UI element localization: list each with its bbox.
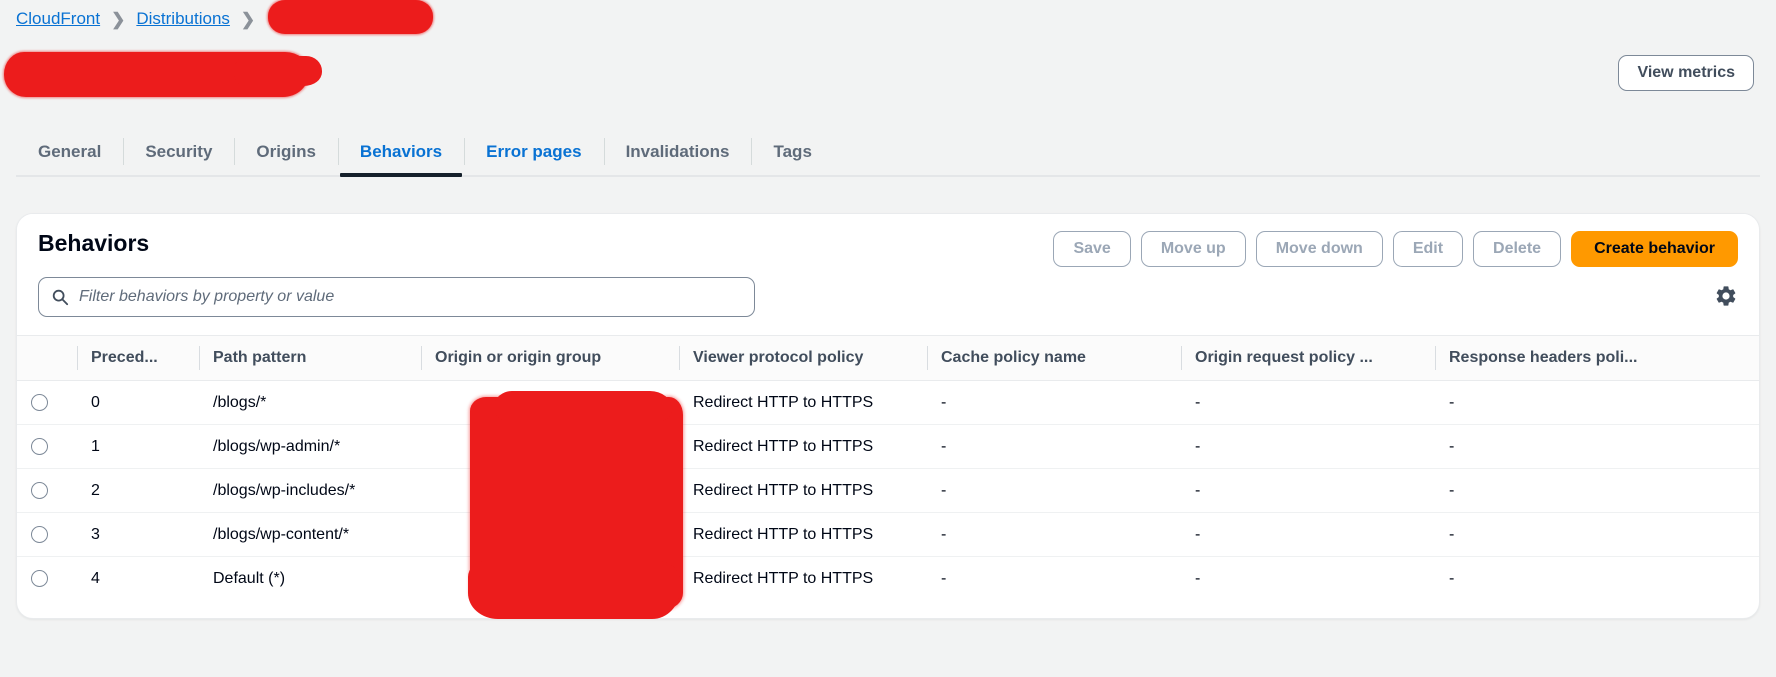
cell-path-pattern: Default (*) <box>213 569 286 587</box>
behaviors-table: Preced... Path pattern Origin or origin … <box>17 335 1759 601</box>
move-up-button[interactable]: Move up <box>1140 231 1246 267</box>
column-header-viewer-protocol-policy[interactable]: Viewer protocol policy <box>679 335 927 381</box>
table-header: Preced... Path pattern Origin or origin … <box>17 335 1759 381</box>
cloudfront-distribution-behaviors-page: CloudFront ❯ Distributions ❯ View metric… <box>0 0 1776 677</box>
search-input[interactable]: Filter behaviors by property or value <box>38 277 755 317</box>
cell-viewer-protocol-policy: Redirect HTTP to HTTPS <box>679 468 927 513</box>
cell-viewer-protocol-policy: Redirect HTTP to HTTPS <box>693 569 874 587</box>
panel-action-buttons: Save Move up Move down Edit Delete Creat… <box>1053 231 1738 267</box>
create-behavior-button[interactable]: Create behavior <box>1571 231 1738 267</box>
row-radio-button[interactable] <box>31 570 48 588</box>
table-header-row: Preced... Path pattern Origin or origin … <box>17 335 1759 381</box>
cell-origin <box>421 557 679 601</box>
cell-cache-policy-name: - <box>927 468 1181 513</box>
column-header-path-pattern[interactable]: Path pattern <box>199 335 421 381</box>
table-row[interactable]: 2 /blogs/wp-includes/* Redirect HTTP to … <box>17 468 1759 513</box>
cell-origin <box>421 512 679 557</box>
row-select-cell <box>17 380 77 425</box>
cell-response-headers-policy: - <box>1435 468 1759 513</box>
move-down-button[interactable]: Move down <box>1255 231 1383 267</box>
panel-title: Behaviors <box>38 230 150 256</box>
cell-precedence: 0 <box>77 380 199 425</box>
cell-precedence: 1 <box>77 424 199 469</box>
cell-origin <box>421 424 679 469</box>
cell-origin-request-policy: - <box>1195 569 1201 587</box>
panel-header: Behaviors Save Move up Move down Edit De… <box>17 214 1759 335</box>
column-header-precedence[interactable]: Preced... <box>77 335 199 381</box>
tab-tags[interactable]: Tags <box>751 128 833 175</box>
row-radio-button[interactable] <box>31 481 48 499</box>
cell-origin-request-policy: - <box>1181 380 1435 425</box>
column-header-origin[interactable]: Origin or origin group <box>421 335 679 381</box>
tab-origins[interactable]: Origins <box>234 128 338 175</box>
breadcrumb-item-distributions[interactable]: Distributions <box>136 9 230 29</box>
tab-behaviors[interactable]: Behaviors <box>337 128 464 177</box>
cell-origin-request-policy: - <box>1181 424 1435 469</box>
breadcrumb-item-cloudfront[interactable]: CloudFront <box>16 9 100 29</box>
tab-security[interactable]: Security <box>123 128 234 175</box>
filter-row: Filter behaviors by property or value <box>38 276 1738 318</box>
cell-response-headers-policy: - <box>1435 380 1759 425</box>
table-row[interactable]: 3 /blogs/wp-content/* Redirect HTTP to H… <box>17 512 1759 557</box>
delete-button[interactable]: Delete <box>1473 231 1562 267</box>
row-radio-button[interactable] <box>31 525 48 543</box>
cell-path-pattern: /blogs/wp-content/* <box>199 512 421 557</box>
table-body: 0 /blogs/* Redirect HTTP to HTTPS - - - … <box>17 380 1759 601</box>
table-row[interactable]: 0 /blogs/* Redirect HTTP to HTTPS - - - <box>17 380 1759 425</box>
cell-path-pattern: /blogs/* <box>199 380 421 425</box>
gear-icon[interactable] <box>1714 284 1738 308</box>
cell-cache-policy-name: - <box>927 512 1181 557</box>
behaviors-panel: Behaviors Save Move up Move down Edit De… <box>16 213 1760 619</box>
tab-invalidations[interactable]: Invalidations <box>603 128 752 175</box>
cell-cache-policy-name: - <box>927 380 1181 425</box>
redaction-mark-breadcrumb <box>268 0 433 34</box>
column-header-response-headers-policy[interactable]: Response headers poli... <box>1435 335 1759 381</box>
row-radio-button[interactable] <box>31 393 48 411</box>
cell-origin-request-policy: - <box>1181 468 1435 513</box>
breadcrumb: CloudFront ❯ Distributions ❯ <box>16 5 266 33</box>
table-row[interactable]: 1 /blogs/wp-admin/* Redirect HTTP to HTT… <box>17 424 1759 469</box>
tab-general[interactable]: General <box>16 128 123 175</box>
edit-button[interactable]: Edit <box>1392 231 1464 267</box>
column-header-cache-policy-name[interactable]: Cache policy name <box>927 335 1181 381</box>
row-select-cell <box>17 557 77 601</box>
column-header-select <box>17 335 77 381</box>
search-placeholder: Filter behaviors by property or value <box>79 288 335 305</box>
view-metrics-button[interactable]: View metrics <box>1618 55 1754 91</box>
table-row[interactable]: 4 Default (*) Redirect HTTP to HTTPS - -… <box>17 557 1759 601</box>
cell-precedence: 2 <box>77 468 199 513</box>
row-radio-button[interactable] <box>31 437 48 455</box>
cell-response-headers-policy: - <box>1435 512 1759 557</box>
tab-bar: General Security Origins Behaviors Error… <box>16 128 1760 177</box>
cell-origin <box>421 468 679 513</box>
redaction-mark-page-title <box>4 52 322 97</box>
cell-origin <box>421 380 679 425</box>
cell-viewer-protocol-policy: Redirect HTTP to HTTPS <box>679 380 927 425</box>
cell-viewer-protocol-policy: Redirect HTTP to HTTPS <box>679 424 927 469</box>
row-select-cell <box>17 512 77 557</box>
breadcrumb-separator-icon: ❯ <box>240 9 256 29</box>
column-header-origin-request-policy[interactable]: Origin request policy ... <box>1181 335 1435 381</box>
row-select-cell <box>17 424 77 469</box>
cell-response-headers-policy: - <box>1435 424 1759 469</box>
cell-path-pattern: /blogs/wp-admin/* <box>199 424 421 469</box>
cell-precedence: 4 <box>91 569 100 587</box>
cell-cache-policy-name: - <box>941 569 947 587</box>
tab-error-pages[interactable]: Error pages <box>464 128 603 175</box>
cell-viewer-protocol-policy: Redirect HTTP to HTTPS <box>679 512 927 557</box>
row-select-cell <box>17 468 77 513</box>
cell-response-headers-policy: - <box>1449 569 1455 587</box>
breadcrumb-separator-icon: ❯ <box>111 9 126 29</box>
cell-precedence: 3 <box>77 512 199 557</box>
cell-path-pattern: /blogs/wp-includes/* <box>199 468 421 513</box>
save-button[interactable]: Save <box>1053 231 1131 267</box>
cell-cache-policy-name: - <box>927 424 1181 469</box>
cell-origin-request-policy: - <box>1181 512 1435 557</box>
search-icon <box>51 288 69 306</box>
